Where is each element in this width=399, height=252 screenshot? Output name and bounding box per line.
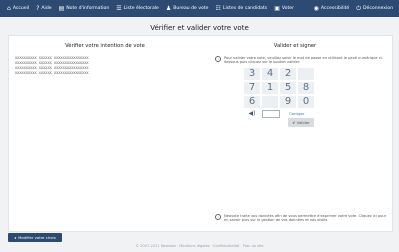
nav-candidats-label: Listes de candidats: [222, 6, 268, 11]
nav-liste[interactable]: ☰ Liste électorale: [116, 4, 159, 12]
instructions-text: Pour valider votre vote, veuillez saisir…: [224, 56, 383, 65]
nav-accueil-label: Accueil: [12, 6, 30, 11]
validate-title: Valider et signer: [273, 43, 317, 49]
modify-choice-button[interactable]: ◂ Modifier votre choix: [8, 233, 62, 242]
keypad-key[interactable]: 5: [280, 82, 296, 94]
home-icon: ⌂: [7, 4, 11, 12]
candidates-icon: ☷: [215, 4, 221, 12]
vote-card: Vérifier votre intention de vote XXXXXXX…: [8, 35, 393, 232]
keypad-key[interactable]: 9: [280, 96, 296, 108]
modify-label: Modifier votre choix: [18, 235, 56, 240]
code-display: [262, 110, 280, 118]
help-icon: ?: [36, 4, 40, 12]
list-icon: ☰: [116, 4, 122, 12]
info-icon: i: [215, 214, 221, 220]
vote-line: XXXXXXXXXX XXXXXX XXXXXXXXXXXXXXXX: [15, 71, 89, 75]
keypad-key-empty: [262, 96, 278, 108]
keypad-key[interactable]: 8: [298, 82, 314, 94]
top-nav-bar: ⌂ Accueil ? Aide ▤ Note d'information ☰ …: [0, 0, 399, 17]
nav-liste-label: Liste électorale: [123, 6, 159, 11]
document-icon: ▤: [58, 4, 65, 12]
people-icon: ♟: [165, 4, 172, 12]
back-icon: ◂: [14, 235, 17, 240]
nav-aide[interactable]: ? Aide: [36, 4, 52, 12]
verify-title: Vérifier votre intention de vote: [65, 43, 145, 49]
nav-voter[interactable]: ▣ Voter: [274, 4, 294, 12]
nav-deconnexion-label: Déconnexion: [363, 6, 393, 11]
nav-bureau[interactable]: ♟ Bureau de vote: [165, 4, 209, 12]
keypad-key[interactable]: 3: [244, 68, 260, 80]
data-notice-text: Neovote traite vos données afin de vous …: [224, 214, 387, 223]
eye-icon: ◉: [313, 4, 319, 12]
nav-voter-label: Voter: [281, 6, 294, 11]
nav-bureau-label: Bureau de vote: [173, 6, 209, 11]
page-title: Vérifier et valider votre vote: [150, 24, 249, 32]
nav-note[interactable]: ▤ Note d'information: [58, 4, 110, 12]
keypad-key[interactable]: 2: [280, 68, 296, 80]
keypad-key[interactable]: 7: [244, 82, 260, 94]
nav-candidats[interactable]: ☷ Listes de candidats: [215, 4, 268, 12]
nav-accessibilite[interactable]: ◉ Accessibilité: [313, 4, 350, 12]
nav-deconnexion[interactable]: ⏻ Déconnexion: [356, 4, 393, 12]
ballot-icon: ▣: [274, 4, 280, 12]
keypad-key[interactable]: 4: [262, 68, 278, 80]
footer: © 2007-2021 Neovote · Mentions légales ·…: [135, 244, 264, 248]
nav-aide-label: Aide: [41, 6, 52, 11]
nav-accessibilite-label: Accessibilité: [320, 6, 350, 11]
nav-note-label: Note d'information: [66, 6, 110, 11]
data-notice[interactable]: i Neovote traite vos données afin de vou…: [215, 214, 387, 223]
nav-accueil[interactable]: ⌂ Accueil: [7, 4, 30, 12]
validate-label: Valider: [296, 120, 310, 125]
correct-button[interactable]: Corriger: [289, 111, 304, 116]
check-icon: ✔: [292, 120, 296, 125]
instructions: i Pour valider votre vote, veuillez sais…: [215, 56, 387, 65]
logout-icon: ⏻: [356, 4, 361, 12]
sound-icon[interactable]: ◀): [244, 110, 260, 118]
keypad-key[interactable]: 6: [244, 96, 260, 108]
keypad-key[interactable]: 1: [262, 82, 278, 94]
vote-summary: XXXXXXXXXX XXXXXX XXXXXXXXXXXXXXXX XXXXX…: [15, 56, 89, 76]
info-icon: i: [215, 56, 221, 62]
keypad-key[interactable]: 0: [298, 96, 314, 108]
validate-button[interactable]: ✔ Valider: [288, 118, 314, 127]
keypad-key-empty: [298, 68, 314, 80]
